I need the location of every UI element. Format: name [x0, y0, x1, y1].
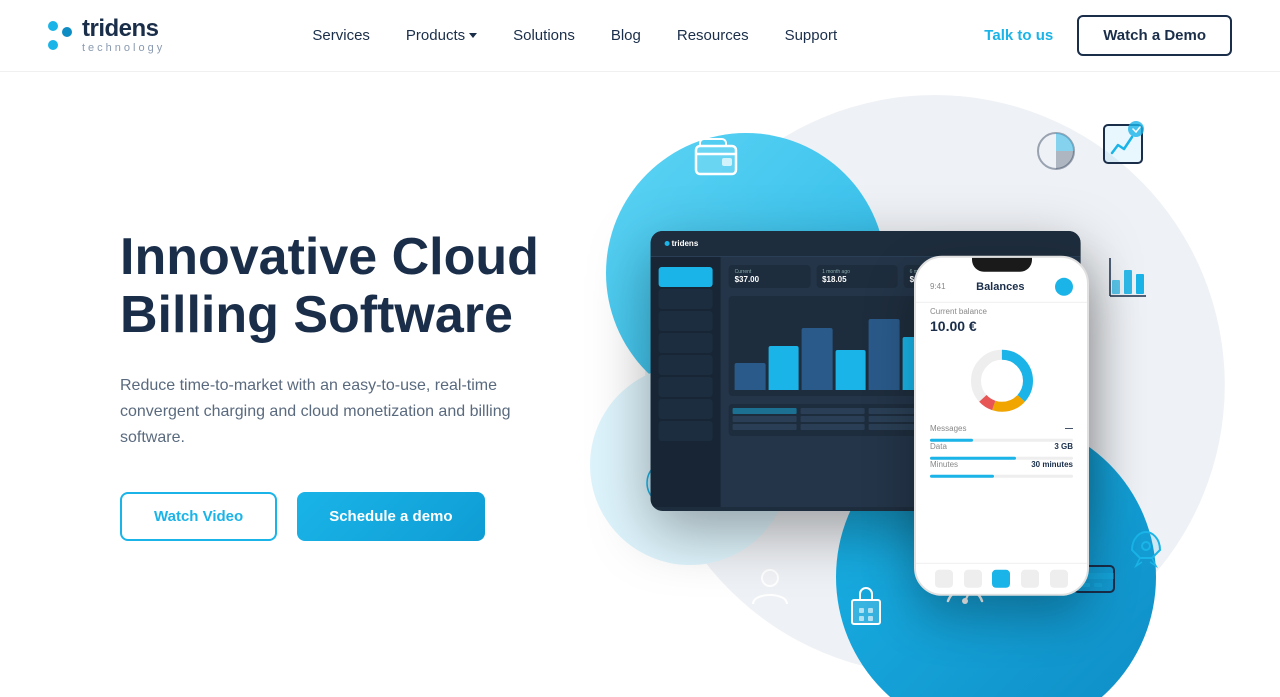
logo-text: tridens technology	[82, 17, 165, 54]
chart-bar-5	[869, 319, 900, 389]
building-icon	[840, 580, 892, 637]
wallet-icon	[690, 132, 742, 189]
stat-current: Current $37.00	[729, 265, 811, 288]
nav-item-blog[interactable]: Blog	[611, 27, 641, 45]
stat-1month: 1 month ago $18.05	[816, 265, 898, 288]
phone-section-title: Balances	[976, 280, 1024, 292]
nav-link-blog[interactable]: Blog	[611, 27, 641, 44]
phone-bottom-nav	[916, 562, 1087, 593]
hero-subtitle: Reduce time-to-market with an easy-to-us…	[120, 373, 540, 452]
dashboard-header: tridens	[651, 231, 1081, 257]
phone-item-minutes: Minutes 30 minutes	[930, 459, 1073, 468]
dashboard-logo-dot	[665, 241, 670, 246]
chart-bar-3	[802, 328, 833, 390]
hero-buttons: Watch Video Schedule a demo	[120, 492, 600, 541]
nav-link-resources[interactable]: Resources	[677, 27, 749, 44]
nav-actions: Talk to us Watch a Demo	[984, 15, 1232, 56]
talk-to-us-link[interactable]: Talk to us	[984, 27, 1053, 44]
phone-nav-5	[1050, 569, 1068, 587]
minutes-bar	[930, 474, 994, 477]
phone-usage-items: Messages — Data 3 GB Minutes 30 minutes	[916, 423, 1087, 477]
chart-bar-2	[768, 346, 799, 390]
chevron-down-icon	[469, 33, 477, 38]
donut-svg	[967, 345, 1037, 415]
logo-dot-2	[62, 27, 72, 37]
hero-visual: %	[600, 72, 1200, 697]
phone-avatar	[1055, 277, 1073, 295]
hero-section: Innovative CloudBilling Software Reduce …	[0, 72, 1280, 697]
nav-item-support[interactable]: Support	[785, 27, 838, 45]
nav-item-solutions[interactable]: Solutions	[513, 27, 575, 45]
phone-nav-2	[964, 569, 982, 587]
sidebar-item-7	[659, 399, 713, 419]
sidebar-item-6	[659, 377, 713, 397]
watch-demo-button[interactable]: Watch a Demo	[1077, 15, 1232, 56]
dashboard-logo: tridens	[665, 239, 699, 248]
phone-balance-value: 10.00 €	[916, 317, 1087, 341]
bar-chart-icon	[1104, 252, 1152, 305]
phone-nav-balance	[992, 569, 1010, 587]
sidebar-item-3	[659, 311, 713, 331]
logo-dots	[48, 21, 72, 50]
navbar: tridens technology Services Products Sol…	[0, 0, 1280, 72]
logo[interactable]: tridens technology	[48, 17, 165, 54]
nav-link-solutions[interactable]: Solutions	[513, 27, 575, 44]
schedule-demo-button[interactable]: Schedule a demo	[297, 492, 484, 541]
nav-link-products[interactable]: Products	[406, 27, 477, 44]
logo-sub: technology	[82, 43, 165, 54]
dashboard-sidebar	[651, 257, 721, 507]
hero-content: Innovative CloudBilling Software Reduce …	[120, 228, 600, 541]
phone-header: 9:41 Balances	[916, 271, 1087, 302]
logo-dot-1	[48, 21, 58, 31]
sidebar-item-1	[659, 267, 713, 287]
rocket-icon	[1122, 524, 1170, 577]
logo-dot-3	[48, 40, 58, 50]
nav-item-services[interactable]: Services	[312, 27, 370, 45]
watch-video-button[interactable]: Watch Video	[120, 492, 277, 541]
person-icon	[745, 562, 795, 617]
sidebar-item-8	[659, 421, 713, 441]
phone-item-messages: Messages —	[930, 423, 1073, 432]
nav-item-products[interactable]: Products	[406, 27, 477, 44]
chart-bar-4	[835, 350, 866, 390]
nav-item-resources[interactable]: Resources	[677, 27, 749, 45]
pie-chart-icon	[1032, 127, 1080, 180]
chart-bar-1	[735, 363, 766, 389]
phone-nav-4	[1021, 569, 1039, 587]
sidebar-item-2	[659, 289, 713, 309]
logo-name: tridens	[82, 17, 165, 41]
hero-title: Innovative CloudBilling Software	[120, 228, 600, 344]
report-icon	[1096, 117, 1150, 176]
phone-balance-label: Current balance	[916, 302, 1087, 317]
phone-notch	[972, 257, 1032, 271]
phone-nav-home	[935, 569, 953, 587]
sidebar-item-4	[659, 333, 713, 353]
phone-time: 9:41	[930, 282, 946, 291]
phone-mockup: 9:41 Balances Current balance 10.00 € Me…	[914, 255, 1089, 595]
phone-item-data: Data 3 GB	[930, 441, 1073, 450]
sidebar-item-5	[659, 355, 713, 375]
phone-donut-chart	[916, 345, 1087, 415]
nav-link-services[interactable]: Services	[312, 27, 370, 44]
nav-link-support[interactable]: Support	[785, 27, 838, 44]
nav-links: Services Products Solutions Blog Resourc…	[312, 27, 837, 45]
dashboard-logo-text: tridens	[672, 239, 699, 248]
